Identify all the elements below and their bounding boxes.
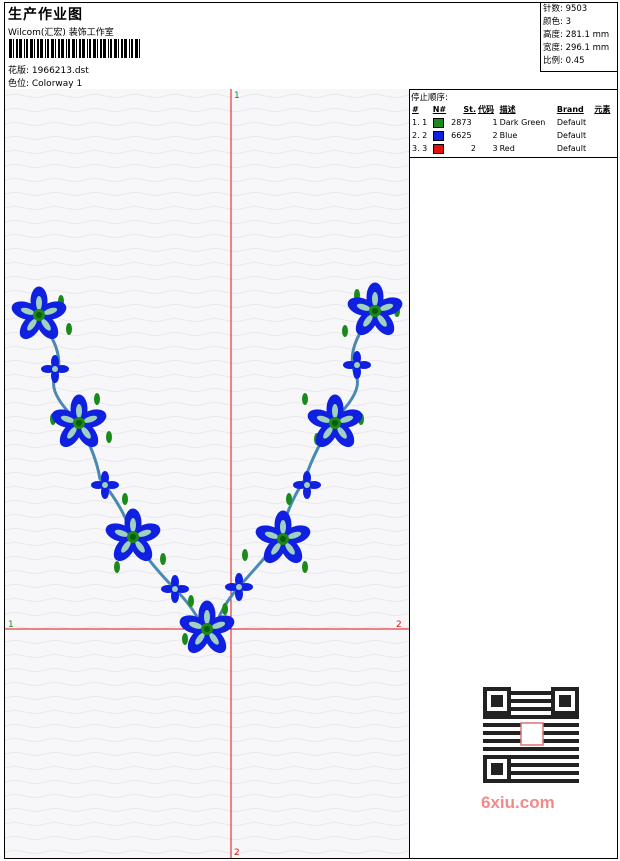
stop-sequence-table: # N# St. 代码 描述 Brand 元素 1. 1 2873 1 Dark… <box>411 103 615 155</box>
table-row: 1. 1 2873 1 Dark Green Default <box>411 116 615 129</box>
color-swatch <box>432 117 444 128</box>
stats-panel: 针数: 9503 颜色: 3 高度: 281.1 mm 宽度: 296.1 mm… <box>540 3 618 72</box>
cell-num: 2. 2 <box>412 131 428 140</box>
stat-label: 高度: <box>543 30 566 40</box>
stop-sequence-panel: 停止顺序: # N# St. 代码 描述 Brand 元素 1. 1 2873 … <box>409 89 617 158</box>
pattern-file: 花版: 1966213.dst <box>8 66 89 76</box>
stat-height: 高度: 281.1 mm <box>541 29 618 42</box>
embroidery-design: 1 1 2 2 <box>5 89 409 858</box>
stat-label: 宽度: <box>543 43 566 53</box>
cell-code: 1 <box>492 118 498 127</box>
col-header: St. <box>463 105 476 114</box>
stat-label: 颜色: <box>543 17 566 27</box>
table-header-row: # N# St. 代码 描述 Brand 元素 <box>411 103 615 116</box>
colorway-label: 色位: Colorway 1 <box>8 79 83 89</box>
stat-width: 宽度: 296.1 mm <box>541 42 618 55</box>
cell-stitches: 6625 <box>451 131 472 140</box>
mark-right: 2 <box>396 620 402 630</box>
col-header: Brand <box>556 105 584 114</box>
stat-value: 0.45 <box>565 56 585 66</box>
cell-code: 3 <box>492 144 498 153</box>
stat-colors: 颜色: 3 <box>541 16 618 29</box>
cell-desc: Blue <box>499 131 518 140</box>
cell-num: 1. 1 <box>412 118 428 127</box>
mark-left: 1 <box>8 620 14 630</box>
cell-swatch <box>432 142 450 155</box>
stat-value: 3 <box>565 17 571 27</box>
color-swatch <box>432 130 444 141</box>
header: 生产作业图 Wilcom(汇宏) 装饰工作室 花版: 1966213.dst 色… <box>5 3 618 90</box>
cell-stitches: 2 <box>470 144 476 153</box>
cell-desc: Dark Green <box>499 118 546 127</box>
seal-stamp <box>520 722 544 746</box>
production-sheet: 生产作业图 Wilcom(汇宏) 装饰工作室 花版: 1966213.dst 色… <box>4 2 618 859</box>
col-header: 代码 <box>477 105 494 114</box>
cell-desc: Red <box>499 144 515 153</box>
stat-label: 针数: <box>543 4 566 14</box>
cell-brand: Default <box>556 131 587 140</box>
col-header: 元素 <box>594 105 611 114</box>
stat-value: 296.1 mm <box>565 43 610 53</box>
page-title: 生产作业图 <box>8 7 83 23</box>
color-swatch <box>432 143 444 154</box>
stat-scale: 比例: 0.45 <box>541 55 618 68</box>
cell-stitches: 2873 <box>451 118 472 127</box>
mark-top: 1 <box>234 91 240 101</box>
cell-brand: Default <box>556 118 587 127</box>
col-header: # <box>412 105 419 114</box>
col-header: 描述 <box>499 105 516 114</box>
mark-bottom: 2 <box>234 848 240 858</box>
stat-label: 比例: <box>543 56 566 66</box>
cell-swatch <box>432 129 450 142</box>
col-header: N# <box>432 105 447 114</box>
stop-sequence-title: 停止顺序: <box>411 93 448 103</box>
stat-value: 281.1 mm <box>565 30 610 40</box>
table-row: 3. 3 2 3 Red Default <box>411 142 615 155</box>
studio-name: Wilcom(汇宏) 装饰工作室 <box>8 28 114 38</box>
cell-code: 2 <box>492 131 498 140</box>
table-row: 2. 2 6625 2 Blue Default <box>411 129 615 142</box>
stat-value: 9503 <box>565 4 588 14</box>
cell-num: 3. 3 <box>412 144 428 153</box>
design-preview: 1 1 2 2 <box>5 89 410 858</box>
qr-code-icon <box>475 685 587 785</box>
cell-swatch <box>432 116 450 129</box>
stat-stitches: 针数: 9503 <box>541 3 618 16</box>
cell-brand: Default <box>556 144 587 153</box>
barcode-icon <box>9 39 140 58</box>
watermark-site: 6xiu.com <box>481 793 555 812</box>
